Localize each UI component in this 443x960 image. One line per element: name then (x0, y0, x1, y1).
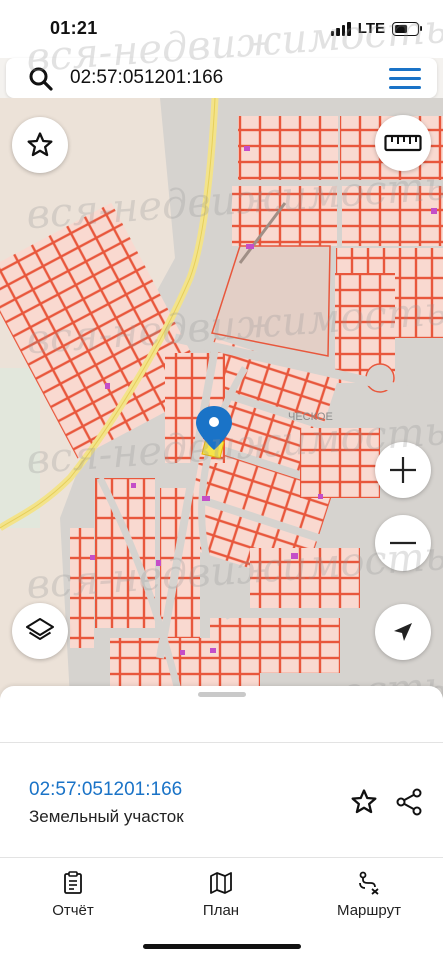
tab-plan-label: План (202, 902, 240, 919)
status-indicators: LTE (330, 20, 422, 37)
favorite-button[interactable] (12, 117, 68, 173)
cadastral-map[interactable]: ЧЕСКОЕ (0, 98, 443, 698)
zoom-out-button[interactable] (375, 515, 431, 571)
map-icon (210, 872, 232, 894)
ruler-button[interactable] (375, 115, 431, 171)
zoom-in-button[interactable] (375, 442, 431, 498)
hamburger-menu-icon[interactable] (389, 68, 421, 90)
navigation-arrow-icon (394, 623, 412, 641)
sheet-drag-handle[interactable] (198, 692, 246, 697)
divider (0, 857, 443, 858)
parcel-type: Земельный участок (29, 807, 184, 826)
plus-icon (390, 457, 416, 483)
home-indicator[interactable] (143, 944, 301, 949)
layers-icon (26, 618, 54, 640)
star-icon[interactable] (349, 787, 379, 817)
share-icon[interactable] (394, 787, 424, 817)
parcel-cadastral-number[interactable]: 02:57:051201:166 (29, 779, 182, 801)
map-canvas[interactable]: ЧЕСКОЕ (0, 98, 443, 698)
network-type: LTE (357, 20, 385, 37)
tab-route[interactable]: Маршрут (314, 870, 424, 919)
ruler-icon (384, 134, 422, 152)
search-bar[interactable]: 02:57:051201:166 (6, 58, 437, 98)
status-bar: 01:21 LTE (0, 0, 443, 58)
star-icon (27, 132, 53, 157)
signal-icon (330, 21, 351, 36)
status-time: 01:21 (50, 18, 98, 38)
route-icon (359, 871, 379, 895)
tab-route-label: Маршрут (337, 902, 401, 919)
divider (0, 742, 443, 743)
tab-report[interactable]: Отчёт (18, 870, 128, 919)
search-input[interactable]: 02:57:051201:166 (70, 67, 223, 89)
tab-plan[interactable]: План (166, 870, 276, 919)
tab-report-label: Отчёт (52, 902, 94, 919)
report-icon (64, 871, 82, 894)
search-icon[interactable] (28, 66, 54, 92)
layers-button[interactable] (12, 603, 68, 659)
battery-icon (392, 21, 422, 36)
map-label: ЧЕСКОЕ (288, 411, 333, 423)
locate-button[interactable] (375, 604, 431, 660)
parcel-info-sheet[interactable]: 02:57:051201:166 Земельный участок Отчёт… (0, 686, 443, 960)
minus-icon (390, 541, 416, 545)
